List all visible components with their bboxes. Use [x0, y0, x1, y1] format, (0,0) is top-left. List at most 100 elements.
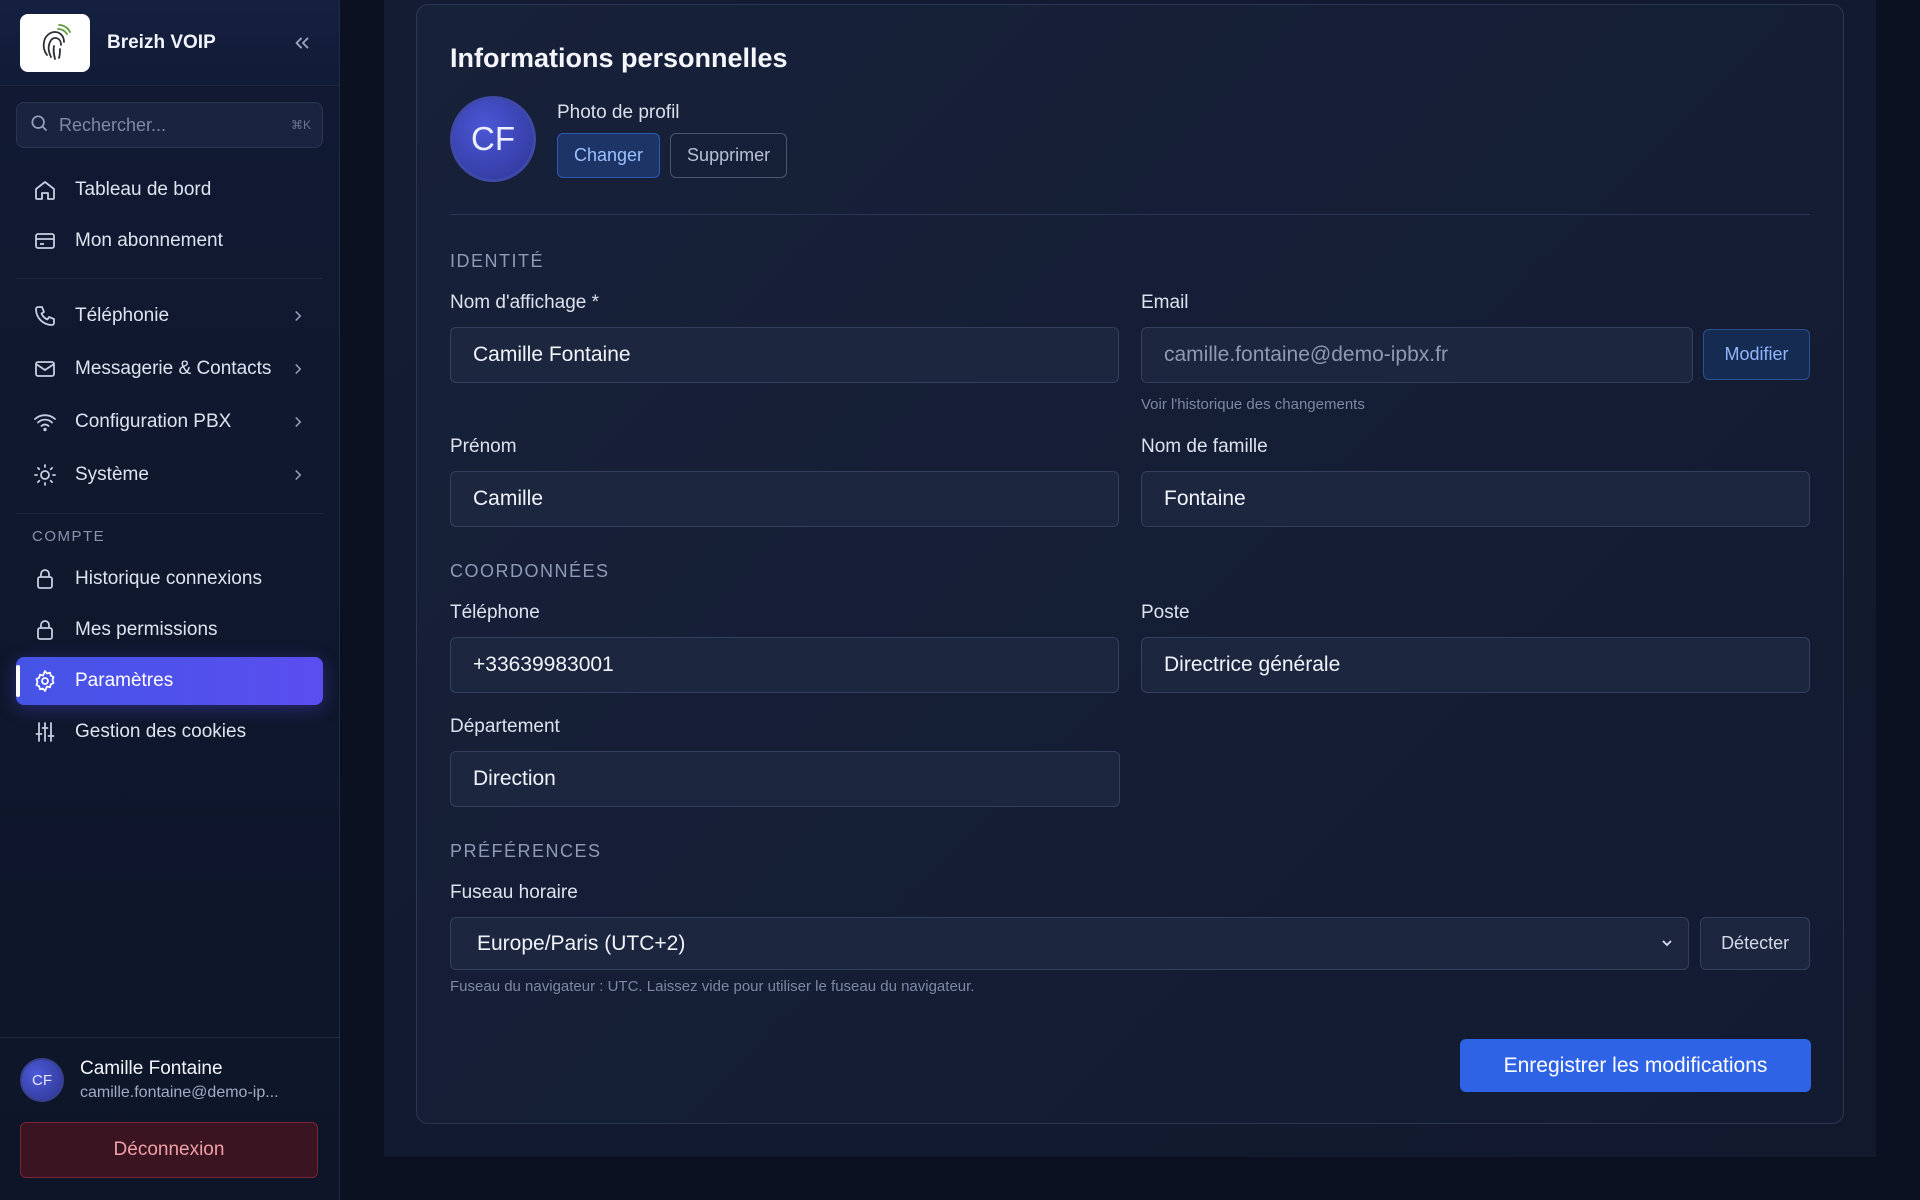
last-name-label: Nom de famille [1141, 436, 1268, 457]
nav-item-system[interactable]: Système [16, 450, 323, 500]
chevron-right-icon [289, 466, 307, 484]
phone-label: Téléphone [450, 602, 540, 623]
section-title-identity: IDENTITÉ [450, 251, 545, 271]
timezone-row: Europe/Paris (UTC+2) Détecter [450, 917, 1810, 970]
user-panel: CF Camille Fontaine camille.fontaine@dem… [0, 1037, 340, 1200]
sliders-icon [32, 719, 58, 745]
page-title: Informations personnelles [450, 43, 788, 73]
nav-item-label: Système [75, 464, 149, 485]
first-name-group: Prénom [450, 436, 1119, 527]
lock-icon [32, 617, 58, 643]
first-name-input[interactable] [450, 471, 1119, 527]
email-row: Modifier [1141, 327, 1810, 383]
logout-button[interactable]: Déconnexion [20, 1122, 318, 1178]
nav-item-cookies[interactable]: Gestion des cookies [16, 708, 323, 756]
nav-item-label: Gestion des cookies [75, 721, 247, 742]
display-name-group: Nom d'affichage * [450, 292, 1119, 413]
modify-email-button[interactable]: Modifier [1703, 329, 1810, 380]
chevron-right-icon [289, 413, 307, 431]
position-label: Poste [1141, 602, 1190, 623]
timezone-select[interactable]: Europe/Paris (UTC+2) [450, 917, 1690, 970]
nav-group-features: Téléphonie Messagerie & Contacts Configu… [16, 279, 323, 514]
phone-icon [32, 303, 58, 329]
save-button[interactable]: Enregistrer les modifications [1460, 1039, 1811, 1092]
chevron-right-icon [289, 307, 307, 325]
position-group: Poste [1141, 602, 1810, 693]
nav-item-label: Mon abonnement [75, 230, 223, 251]
brand-header: Breizh VOIP [0, 0, 339, 86]
display-name-input[interactable] [450, 327, 1119, 383]
chevrons-left-icon[interactable] [285, 26, 319, 60]
home-icon [32, 177, 58, 203]
wifi-icon [32, 409, 58, 435]
nav-item-label: Paramètres [75, 670, 174, 691]
nav-item-telephony[interactable]: Téléphonie [16, 291, 323, 341]
nav-item-pbx-config[interactable]: Configuration PBX [16, 397, 323, 447]
phone-group: Téléphone [450, 602, 1119, 693]
email-field[interactable] [1141, 327, 1693, 383]
detect-timezone-button[interactable]: Détecter [1700, 917, 1810, 970]
user-name: Camille Fontaine [80, 1058, 223, 1079]
user-info-row[interactable]: CF Camille Fontaine camille.fontaine@dem… [20, 1058, 320, 1102]
profile-photo-row: CF Photo de profil Changer Supprimer [450, 96, 1810, 215]
credit-card-icon [32, 228, 58, 254]
change-photo-button[interactable]: Changer [557, 133, 661, 178]
nav-item-label: Configuration PBX [75, 411, 232, 432]
search-box[interactable]: ⌘K [16, 102, 323, 148]
avatar: CF [450, 96, 536, 182]
identity-row-1: Nom d'affichage * Email Modifier Voir l'… [450, 292, 1810, 413]
department-label: Département [450, 716, 560, 737]
user-email: camille.fontaine@demo-ip... [80, 1084, 279, 1101]
search-input[interactable] [59, 114, 291, 136]
brand-name: Breizh VOIP [107, 31, 216, 53]
nav-item-login-history[interactable]: Historique connexions [16, 555, 323, 603]
photo-label: Photo de profil [557, 102, 680, 123]
chevron-right-icon [289, 360, 307, 378]
nav-item-dashboard[interactable]: Tableau de bord [16, 166, 323, 214]
timezone-hint: Fuseau du navigateur : UTC. Laissez vide… [450, 978, 975, 995]
nav-item-label: Messagerie & Contacts [75, 358, 272, 379]
email-group: Email Modifier Voir l'historique des cha… [1141, 292, 1810, 413]
search-shortcut: ⌘K [291, 118, 312, 132]
main-nav: Tableau de bord Mon abonnement Téléphoni… [0, 148, 339, 756]
department-input[interactable] [450, 751, 1120, 807]
nav-item-messaging[interactable]: Messagerie & Contacts [16, 344, 323, 394]
contact-row-1: Téléphone Poste [450, 602, 1810, 693]
nav-item-settings[interactable]: Paramètres [16, 657, 323, 705]
remove-photo-button[interactable]: Supprimer [670, 133, 788, 178]
first-name-label: Prénom [450, 436, 517, 457]
nav-item-label: Historique connexions [75, 568, 262, 589]
nav-item-permissions[interactable]: Mes permissions [16, 606, 323, 654]
fingerprint-logo[interactable] [20, 13, 90, 72]
nav-item-label: Mes permissions [75, 619, 218, 640]
email-label: Email [1141, 292, 1189, 313]
position-input[interactable] [1141, 637, 1810, 693]
last-name-group: Nom de famille [1141, 436, 1810, 527]
user-info: Camille Fontaine camille.fontaine@demo-i… [80, 1058, 279, 1102]
lock-icon [32, 566, 58, 592]
timezone-label: Fuseau horaire [450, 882, 578, 903]
nav-item-subscription[interactable]: Mon abonnement [16, 217, 323, 265]
phone-input[interactable] [450, 637, 1119, 693]
section-label-account: COMPTE [32, 528, 106, 545]
main-content: Informations personnelles CF Photo de pr… [384, 0, 1876, 1157]
contact-row-2: Département [450, 716, 1810, 807]
nav-item-label: Tableau de bord [75, 179, 212, 200]
department-group: Département [450, 716, 1120, 807]
avatar: CF [20, 1058, 64, 1102]
sidebar: Breizh VOIP ⌘K Tableau de bord [0, 0, 340, 1200]
personal-info-card: Informations personnelles CF Photo de pr… [416, 4, 1844, 1124]
section-title-preferences: PRÉFÉRENCES [450, 841, 602, 861]
photo-buttons: Changer Supprimer [557, 133, 788, 178]
last-name-input[interactable] [1141, 471, 1810, 527]
display-name-label: Nom d'affichage * [450, 292, 600, 313]
nav-group-main: Tableau de bord Mon abonnement [16, 148, 323, 279]
search-icon [29, 113, 49, 138]
settings-icon [32, 668, 58, 694]
nav-item-label: Téléphonie [75, 305, 170, 326]
section-title-contact: COORDONNÉES [450, 561, 610, 581]
mail-icon [32, 356, 58, 382]
identity-row-2: Prénom Nom de famille [450, 436, 1810, 527]
email-history-link[interactable]: Voir l'historique des changements [1141, 396, 1810, 413]
timezone-select-wrap: Europe/Paris (UTC+2) [450, 917, 1690, 970]
